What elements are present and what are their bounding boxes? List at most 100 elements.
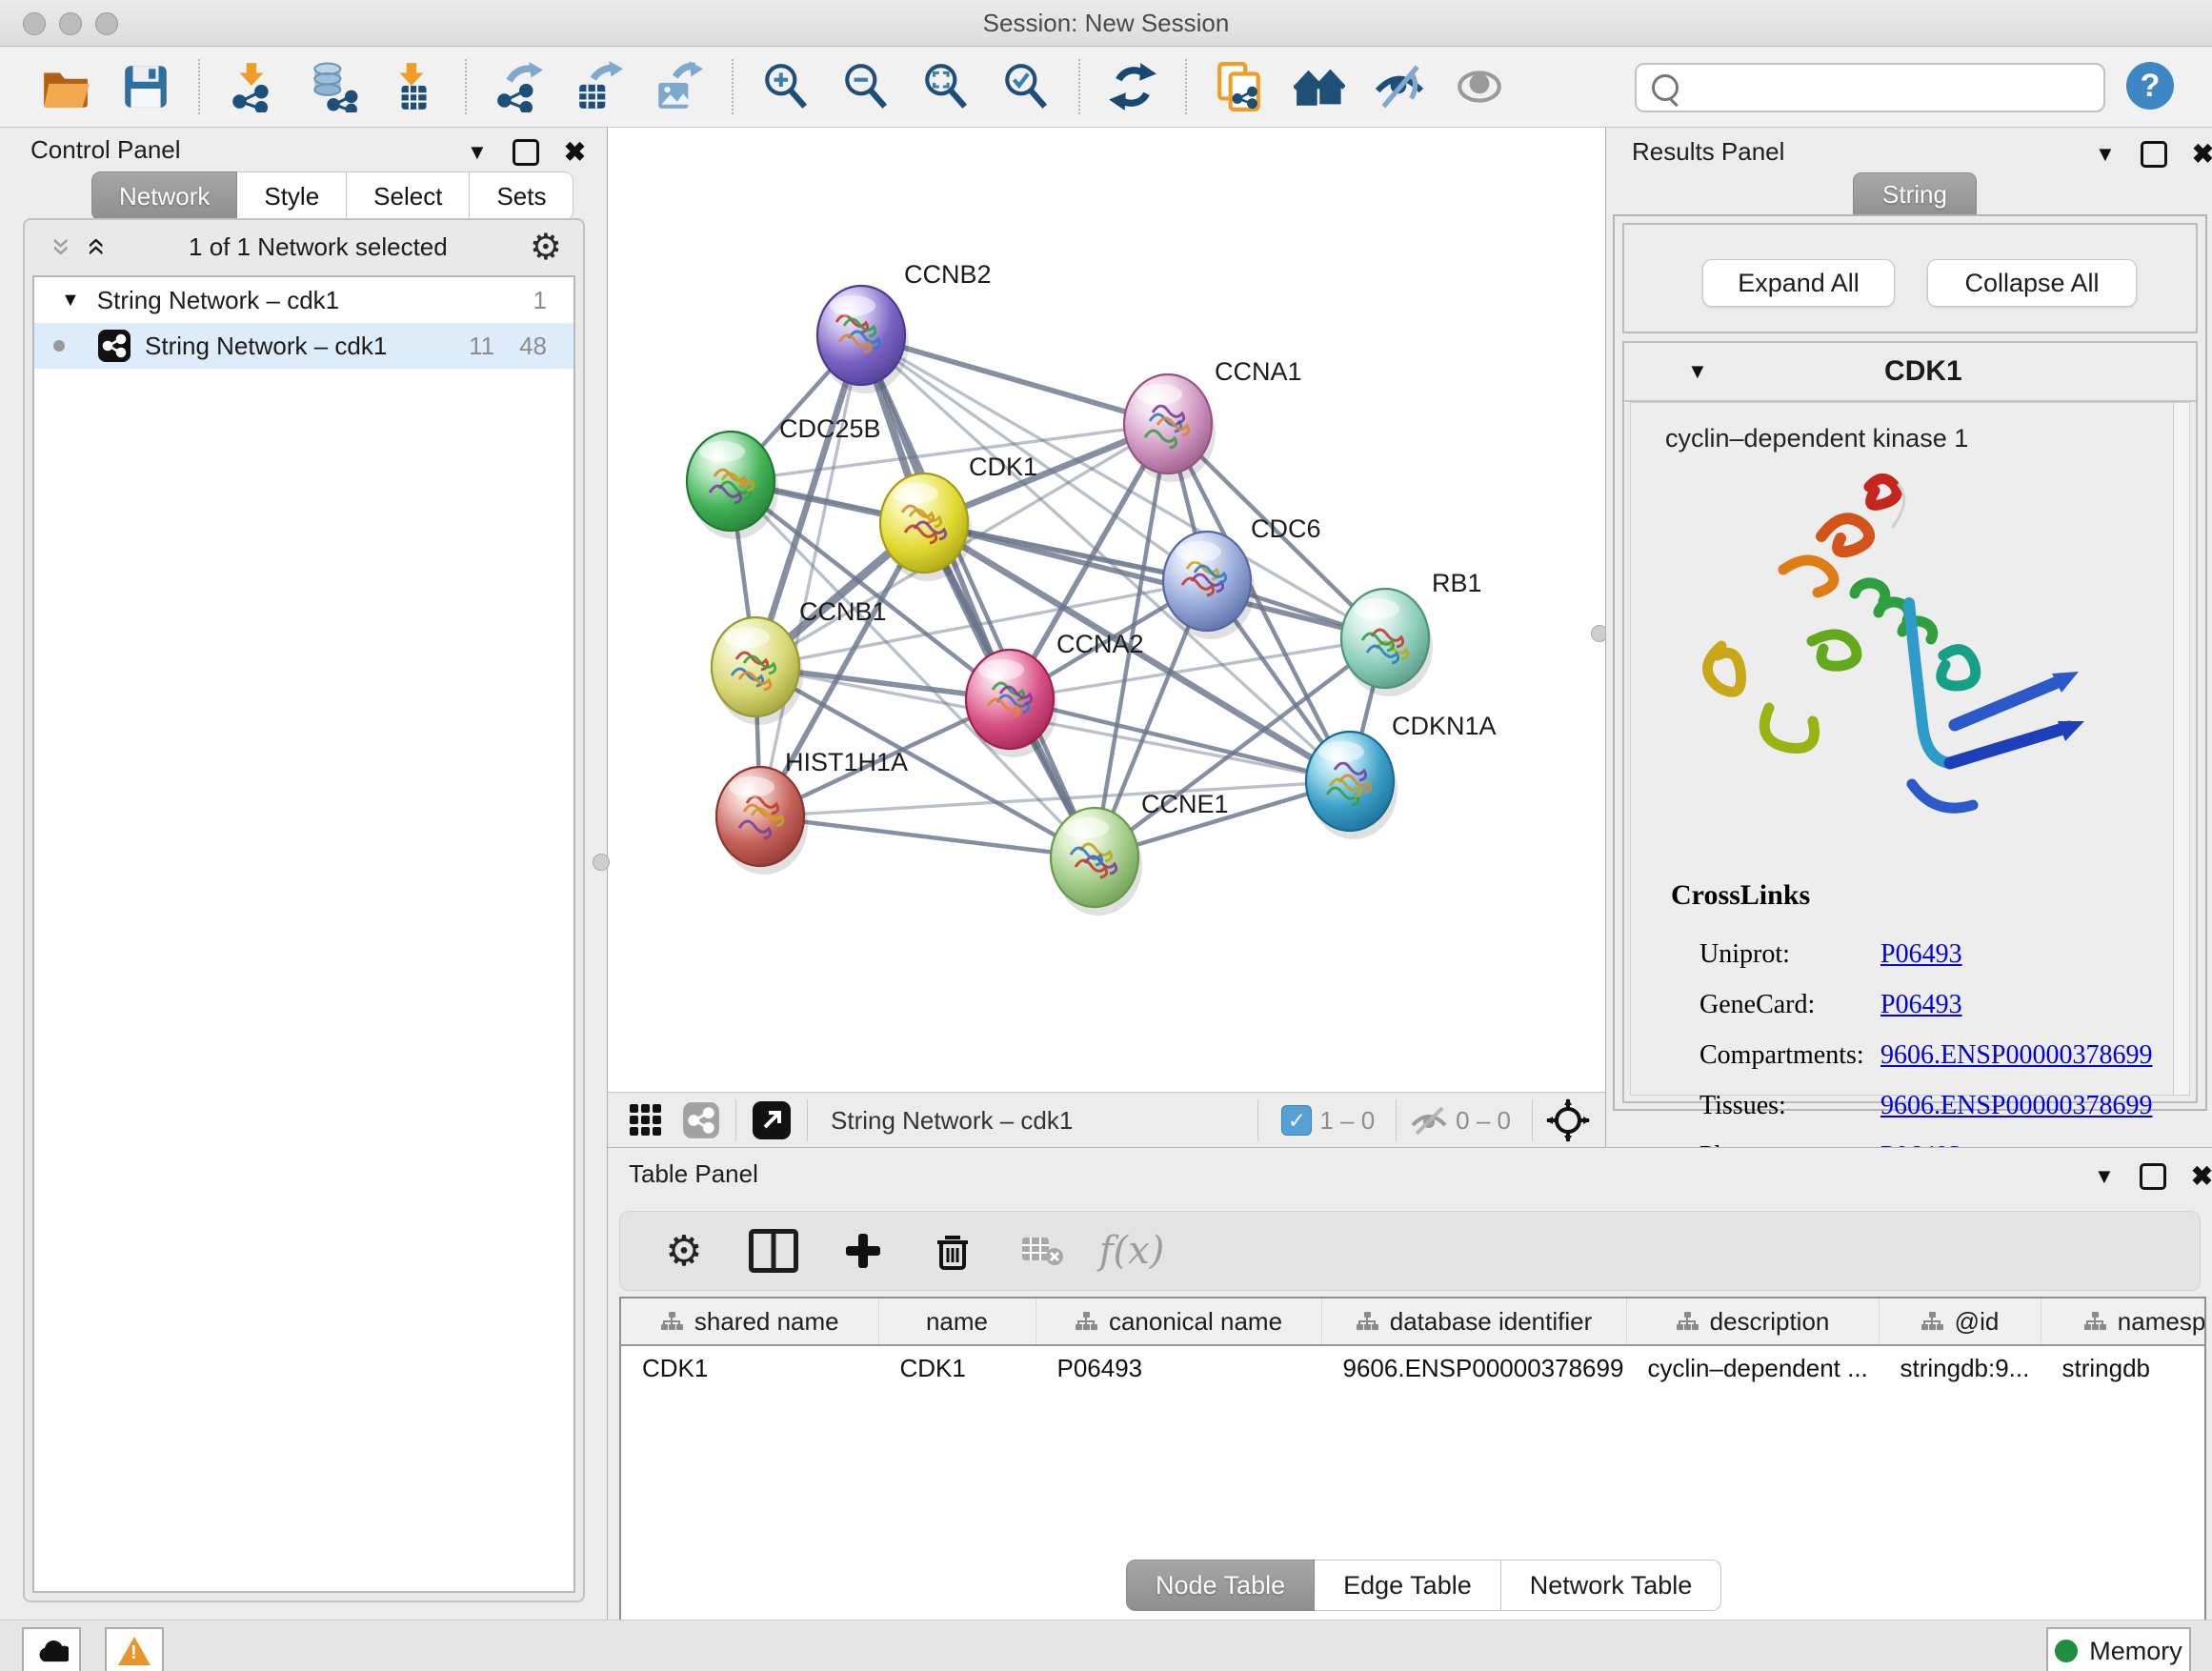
show-all-eye-icon[interactable] <box>1452 59 1507 114</box>
table-panel-controls: ▼ ✖ <box>2094 1163 2212 1190</box>
network-tree-root-row[interactable]: ▼ String Network – cdk1 1 <box>34 277 573 323</box>
tab-network-table[interactable]: Network Table <box>1501 1560 1722 1611</box>
table-cell[interactable]: P06493 <box>1036 1345 1321 1390</box>
save-session-icon[interactable] <box>118 59 173 114</box>
export-table-icon[interactable] <box>572 59 627 114</box>
results-vertical-scrollbar[interactable] <box>2173 403 2189 1095</box>
show-columns-icon[interactable] <box>748 1225 799 1277</box>
gene-section-header[interactable]: ▼ CDK1 <box>1624 343 2196 402</box>
column-header-namespace[interactable]: namespace <box>2041 1299 2206 1345</box>
cloud-button[interactable] <box>22 1627 81 1671</box>
float-panel-icon[interactable] <box>513 139 539 166</box>
zoom-in-icon[interactable] <box>758 59 814 114</box>
collapse-all-button[interactable]: Collapse All <box>1927 259 2137 307</box>
refresh-icon[interactable] <box>1105 59 1160 114</box>
float-panel-icon[interactable] <box>2141 141 2167 168</box>
zoom-out-icon[interactable] <box>838 59 894 114</box>
selected-checkbox-icon[interactable]: ✓ <box>1281 1105 1312 1136</box>
zoom-fit-icon[interactable] <box>918 59 974 114</box>
toolbar-search <box>1635 63 2105 112</box>
close-panel-icon[interactable]: ✖ <box>2191 1166 2212 1187</box>
table-cell[interactable]: CDK1 <box>621 1345 878 1390</box>
home-icon[interactable] <box>1292 59 1347 114</box>
column-header-name[interactable]: name <box>878 1299 1036 1345</box>
function-builder-icon[interactable]: f(x) <box>1106 1225 1157 1277</box>
table-cell[interactable]: CDK1 <box>878 1345 1036 1390</box>
expand-all-networks-icon[interactable]: « <box>83 238 111 256</box>
network-tree-child-row[interactable]: String Network – cdk1 11 48 <box>34 323 573 369</box>
network-edge[interactable] <box>760 816 1095 857</box>
search-icon <box>1652 74 1679 101</box>
delete-column-trash-icon[interactable] <box>927 1225 978 1277</box>
window-title: Session: New Session <box>0 9 2212 38</box>
minimize-panel-icon[interactable]: ▼ <box>467 140 488 165</box>
table-cell[interactable]: 9606.ENSP00000378699 <box>1321 1345 1626 1390</box>
crosslink-link[interactable]: 9606.ENSP00000378699 <box>1880 1040 2152 1071</box>
network-type-icon[interactable] <box>680 1099 722 1141</box>
zoom-selected-icon[interactable] <box>998 59 1054 114</box>
table-cell[interactable]: stringdb:9... <box>1879 1345 2041 1390</box>
network-options-gear-icon[interactable]: ⚙ <box>530 226 562 269</box>
gene-description: cyclin–dependent kinase 1 <box>1665 424 1968 453</box>
warning-button[interactable] <box>105 1627 164 1671</box>
tab-network[interactable]: Network <box>91 171 237 221</box>
hidden-eye-icon[interactable] <box>1410 1104 1448 1137</box>
tab-select[interactable]: Select <box>347 171 470 221</box>
tab-edge-table[interactable]: Edge Table <box>1315 1560 1501 1611</box>
search-input[interactable] <box>1692 72 2090 104</box>
column-header-database-identifier[interactable]: database identifier <box>1321 1299 1626 1345</box>
collapse-triangle-icon[interactable]: ▼ <box>61 290 80 312</box>
collapse-all-networks-icon[interactable]: » <box>48 238 76 256</box>
clone-network-icon[interactable] <box>1212 59 1267 114</box>
import-network-file-icon[interactable] <box>225 59 280 114</box>
collapse-triangle-icon[interactable]: ▼ <box>1687 359 1708 384</box>
column-header-canonical-name[interactable]: canonical name <box>1036 1299 1321 1345</box>
tab-string[interactable]: String <box>1853 172 1977 216</box>
network-edge[interactable] <box>861 335 1095 857</box>
fit-selected-crosshair-icon[interactable] <box>1546 1098 1590 1142</box>
column-header--id[interactable]: @id <box>1879 1299 2041 1345</box>
crosslink-row: GeneCard:P06493 <box>1699 979 2151 1030</box>
close-panel-icon[interactable]: ✖ <box>2192 144 2212 165</box>
export-network-icon[interactable] <box>492 59 547 114</box>
tab-sets[interactable]: Sets <box>470 171 573 221</box>
expand-all-button[interactable]: Expand All <box>1702 259 1895 307</box>
table-cell[interactable]: stringdb <box>2041 1345 2206 1390</box>
network-edge[interactable] <box>760 335 861 816</box>
table-type-tabs: Node Table Edge Table Network Table <box>1126 1560 1721 1611</box>
open-in-window-icon[interactable] <box>750 1098 794 1142</box>
tab-node-table[interactable]: Node Table <box>1126 1560 1315 1611</box>
close-panel-icon[interactable]: ✖ <box>564 142 586 163</box>
table-settings-gear-icon[interactable]: ⚙ <box>658 1225 710 1277</box>
table-row[interactable]: CDK1CDK1P064939606.ENSP00000378699cyclin… <box>621 1345 2206 1390</box>
node-table: shared namenamecanonical namedatabase id… <box>619 1297 2206 1671</box>
crosslink-row: Compartments:9606.ENSP00000378699 <box>1699 1030 2151 1080</box>
help-button[interactable]: ? <box>2126 62 2174 110</box>
crosslink-link[interactable]: P06493 <box>1880 939 1962 970</box>
birds-eye-view-icon[interactable] <box>625 1099 667 1141</box>
left-splitter-handle[interactable] <box>593 854 610 871</box>
export-image-icon[interactable] <box>652 59 707 114</box>
open-session-icon[interactable] <box>38 59 93 114</box>
crosslink-link[interactable]: 9606.ENSP00000378699 <box>1880 1091 2152 1121</box>
memory-button[interactable]: Memory <box>2046 1627 2191 1671</box>
results-panel: Results Panel ▼ ✖ String Expand All Coll… <box>1605 128 2212 1147</box>
network-canvas[interactable]: CCNB2CCNA1CDC25BCDK1CDC6RB1CCNB1CCNA2CDK… <box>608 128 1605 1092</box>
add-column-icon[interactable] <box>837 1225 889 1277</box>
delete-table-icon[interactable] <box>1016 1225 1068 1277</box>
tab-style[interactable]: Style <box>237 171 347 221</box>
float-panel-icon[interactable] <box>2140 1163 2166 1190</box>
hide-selected-eye-icon[interactable] <box>1372 59 1427 114</box>
crosslink-row: Uniprot:P06493 <box>1699 929 2151 979</box>
crosslink-link[interactable]: P06493 <box>1880 990 1962 1020</box>
table-cell[interactable]: cyclin–dependent ... <box>1626 1345 1879 1390</box>
node-label-CCNE1: CCNE1 <box>1141 790 1229 818</box>
minimize-panel-icon[interactable]: ▼ <box>2094 1164 2115 1189</box>
minimize-panel-icon[interactable]: ▼ <box>2095 142 2116 167</box>
control-panel-title: Control Panel <box>30 135 181 165</box>
column-header-shared-name[interactable]: shared name <box>621 1299 878 1345</box>
import-table-file-icon[interactable] <box>385 59 440 114</box>
string-network-graph[interactable]: CCNB2CCNA1CDC25BCDK1CDC6RB1CCNB1CCNA2CDK… <box>608 128 1605 1092</box>
column-header-description[interactable]: description <box>1626 1299 1879 1345</box>
import-network-database-icon[interactable] <box>305 59 360 114</box>
